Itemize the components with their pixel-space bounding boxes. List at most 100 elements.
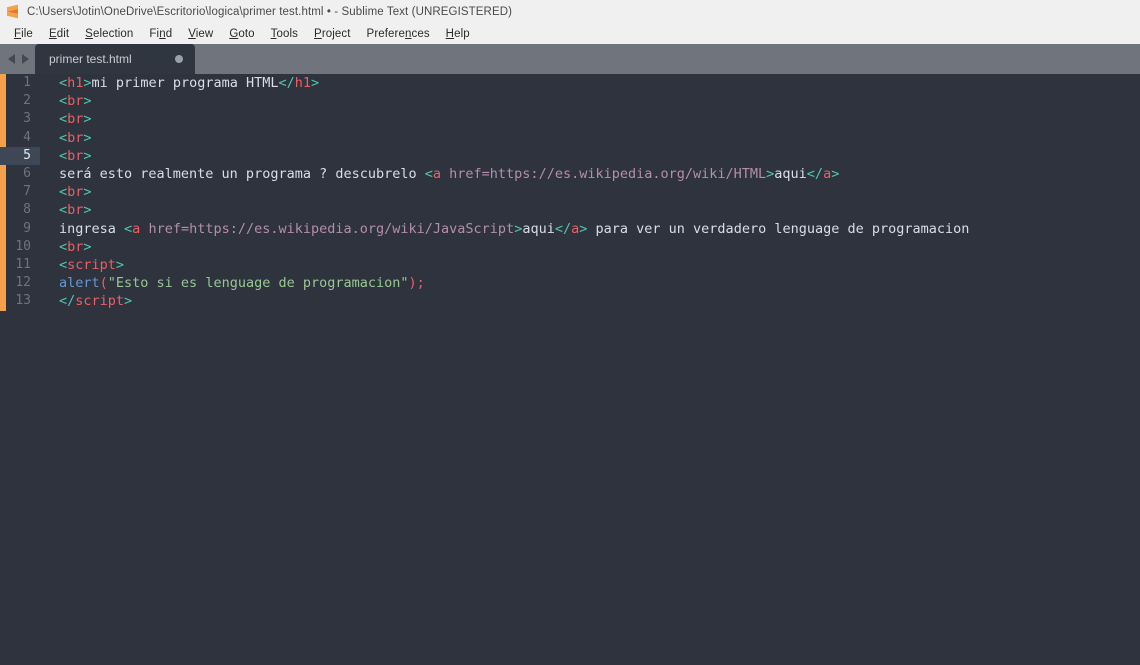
code-line[interactable]: 9 ingresa <a href=https://es.wikipedia.or… xyxy=(0,220,1140,238)
code-token: > xyxy=(83,129,92,146)
code-line[interactable]: 1 <h1>mi primer programa HTML</h1> xyxy=(0,74,1140,92)
code-token: < xyxy=(424,165,433,182)
chevron-left-icon[interactable] xyxy=(8,54,15,64)
code-line[interactable]: 7 <br> xyxy=(0,183,1140,201)
code-token: href=https://es.wikipedia.org/wiki/JavaS… xyxy=(140,220,515,237)
code-token: br xyxy=(67,202,84,219)
code-line[interactable]: 8 <br> xyxy=(0,201,1140,219)
code-line-text[interactable]: <br> xyxy=(40,201,92,219)
line-number: 4 xyxy=(23,129,31,145)
menu-item-project[interactable]: Project xyxy=(306,26,359,42)
code-token: br xyxy=(67,93,84,110)
menu-item-edit[interactable]: Edit xyxy=(41,26,77,42)
menu-item-selection[interactable]: Selection xyxy=(77,26,141,42)
code-token: "Esto si es lenguage de programacion" xyxy=(107,275,409,292)
code-token: h1 xyxy=(67,75,84,91)
code-line-text[interactable]: <br> xyxy=(40,238,92,256)
line-number: 12 xyxy=(15,275,31,291)
code-token: > xyxy=(115,256,125,273)
code-token: </ xyxy=(59,293,76,310)
menu-label-pre: Fi xyxy=(149,27,160,40)
code-token: href=https://es.wikipedia.org/wiki/HTML xyxy=(441,165,767,182)
code-token: ingresa xyxy=(59,220,125,237)
code-token: > xyxy=(83,147,92,164)
menu-item-file[interactable]: File xyxy=(6,26,41,42)
code-line-text[interactable]: <br> xyxy=(40,129,92,147)
code-line-text[interactable]: </script> xyxy=(40,292,132,310)
code-line-text[interactable]: alert("Esto si es lenguage de programaci… xyxy=(40,274,425,292)
menu-label-accel: V xyxy=(188,27,196,40)
line-number: 7 xyxy=(23,184,31,200)
tab-label: primer test.html xyxy=(49,52,132,66)
line-number: 8 xyxy=(23,202,31,218)
code-line[interactable]: 13 </script> xyxy=(0,292,1140,310)
code-editor[interactable]: 1 <h1>mi primer programa HTML</h1> 2 <br> 3 <… xyxy=(0,74,1140,665)
code-line[interactable]: 5 <br> xyxy=(0,146,1140,165)
menu-label-accel: H xyxy=(445,27,455,40)
code-line[interactable]: 6 será esto realmente un programa ? descu… xyxy=(0,165,1140,183)
code-line-text[interactable]: <br> xyxy=(40,110,92,128)
code-token: < xyxy=(59,238,68,255)
code-token: alert xyxy=(59,275,100,292)
code-line-text[interactable]: será esto realmente un programa ? descub… xyxy=(40,165,839,183)
menu-item-help[interactable]: Help xyxy=(438,26,478,42)
menu-label-post: d xyxy=(165,27,173,40)
code-token: br xyxy=(67,147,84,164)
code-token: br xyxy=(67,129,84,146)
menu-label-accel: P xyxy=(314,27,322,40)
code-token: a xyxy=(823,165,832,182)
line-number: 2 xyxy=(23,93,31,109)
tab-primer-test-html[interactable]: primer test.html xyxy=(35,44,195,74)
window-title: C:\Users\Jotin\OneDrive\Escritorio\logic… xyxy=(27,5,513,18)
code-line[interactable]: 11 <script> xyxy=(0,256,1140,274)
code-token: < xyxy=(59,184,68,201)
code-line[interactable]: 2 <br> xyxy=(0,92,1140,110)
code-line-text[interactable]: <br> xyxy=(40,147,92,165)
menu-label-post: election xyxy=(92,27,134,40)
line-number: 13 xyxy=(15,293,31,309)
code-token: aqui xyxy=(774,165,807,182)
code-token: > xyxy=(83,202,92,219)
menu-label-post: iew xyxy=(195,27,214,40)
code-token: < xyxy=(124,220,133,237)
code-token: ( xyxy=(99,275,108,292)
code-token: > xyxy=(83,238,92,255)
menu-item-find[interactable]: Find xyxy=(141,26,180,42)
sublime-text-logo-icon xyxy=(5,4,20,19)
chevron-right-icon[interactable] xyxy=(22,54,29,64)
menu-item-view[interactable]: View xyxy=(180,26,221,42)
menu-item-goto[interactable]: Goto xyxy=(221,26,262,42)
code-line[interactable]: 3 <br> xyxy=(0,110,1140,128)
code-token: < xyxy=(59,93,68,110)
line-number: 3 xyxy=(23,111,31,127)
title-bar: C:\Users\Jotin\OneDrive\Escritorio\logic… xyxy=(0,0,1140,23)
tab-navigation xyxy=(4,44,35,74)
code-token: < xyxy=(59,147,68,164)
code-line-text[interactable]: <h1>mi primer programa HTML</h1> xyxy=(40,74,319,92)
code-token: será esto realmente un programa ? descub… xyxy=(59,165,425,182)
code-lines-container[interactable]: 1 <h1>mi primer programa HTML</h1> 2 <br> 3 <… xyxy=(0,74,1140,665)
menu-item-tools[interactable]: Tools xyxy=(263,26,306,42)
tab-bar: primer test.html xyxy=(0,44,1140,74)
code-line-text[interactable]: <br> xyxy=(40,92,92,110)
code-line-text[interactable]: ingresa <a href=https://es.wikipedia.org… xyxy=(40,220,969,238)
code-token: mi primer programa HTML xyxy=(91,75,279,91)
menu-label-post: dit xyxy=(56,27,70,40)
code-line[interactable]: 10 <br> xyxy=(0,238,1140,256)
code-token: </ xyxy=(554,220,572,237)
code-token: br xyxy=(67,238,84,255)
menu-item-preferences[interactable]: Preferences xyxy=(359,26,438,42)
code-line[interactable]: 4 <br> xyxy=(0,129,1140,147)
menu-label-post: ces xyxy=(411,27,430,40)
code-token: h1 xyxy=(294,75,312,91)
code-line-text[interactable]: <script> xyxy=(40,256,124,274)
unsaved-dot-icon[interactable] xyxy=(175,55,183,63)
code-token: > xyxy=(83,111,92,128)
code-token: a xyxy=(432,165,442,182)
code-line-text[interactable]: <br> xyxy=(40,183,92,201)
code-line[interactable]: 12 alert("Esto si es lenguage de programa… xyxy=(0,274,1140,292)
menu-label-accel: S xyxy=(85,27,93,40)
code-token: > xyxy=(83,184,92,201)
code-token: > xyxy=(124,293,133,310)
menu-label-accel: E xyxy=(48,27,57,40)
